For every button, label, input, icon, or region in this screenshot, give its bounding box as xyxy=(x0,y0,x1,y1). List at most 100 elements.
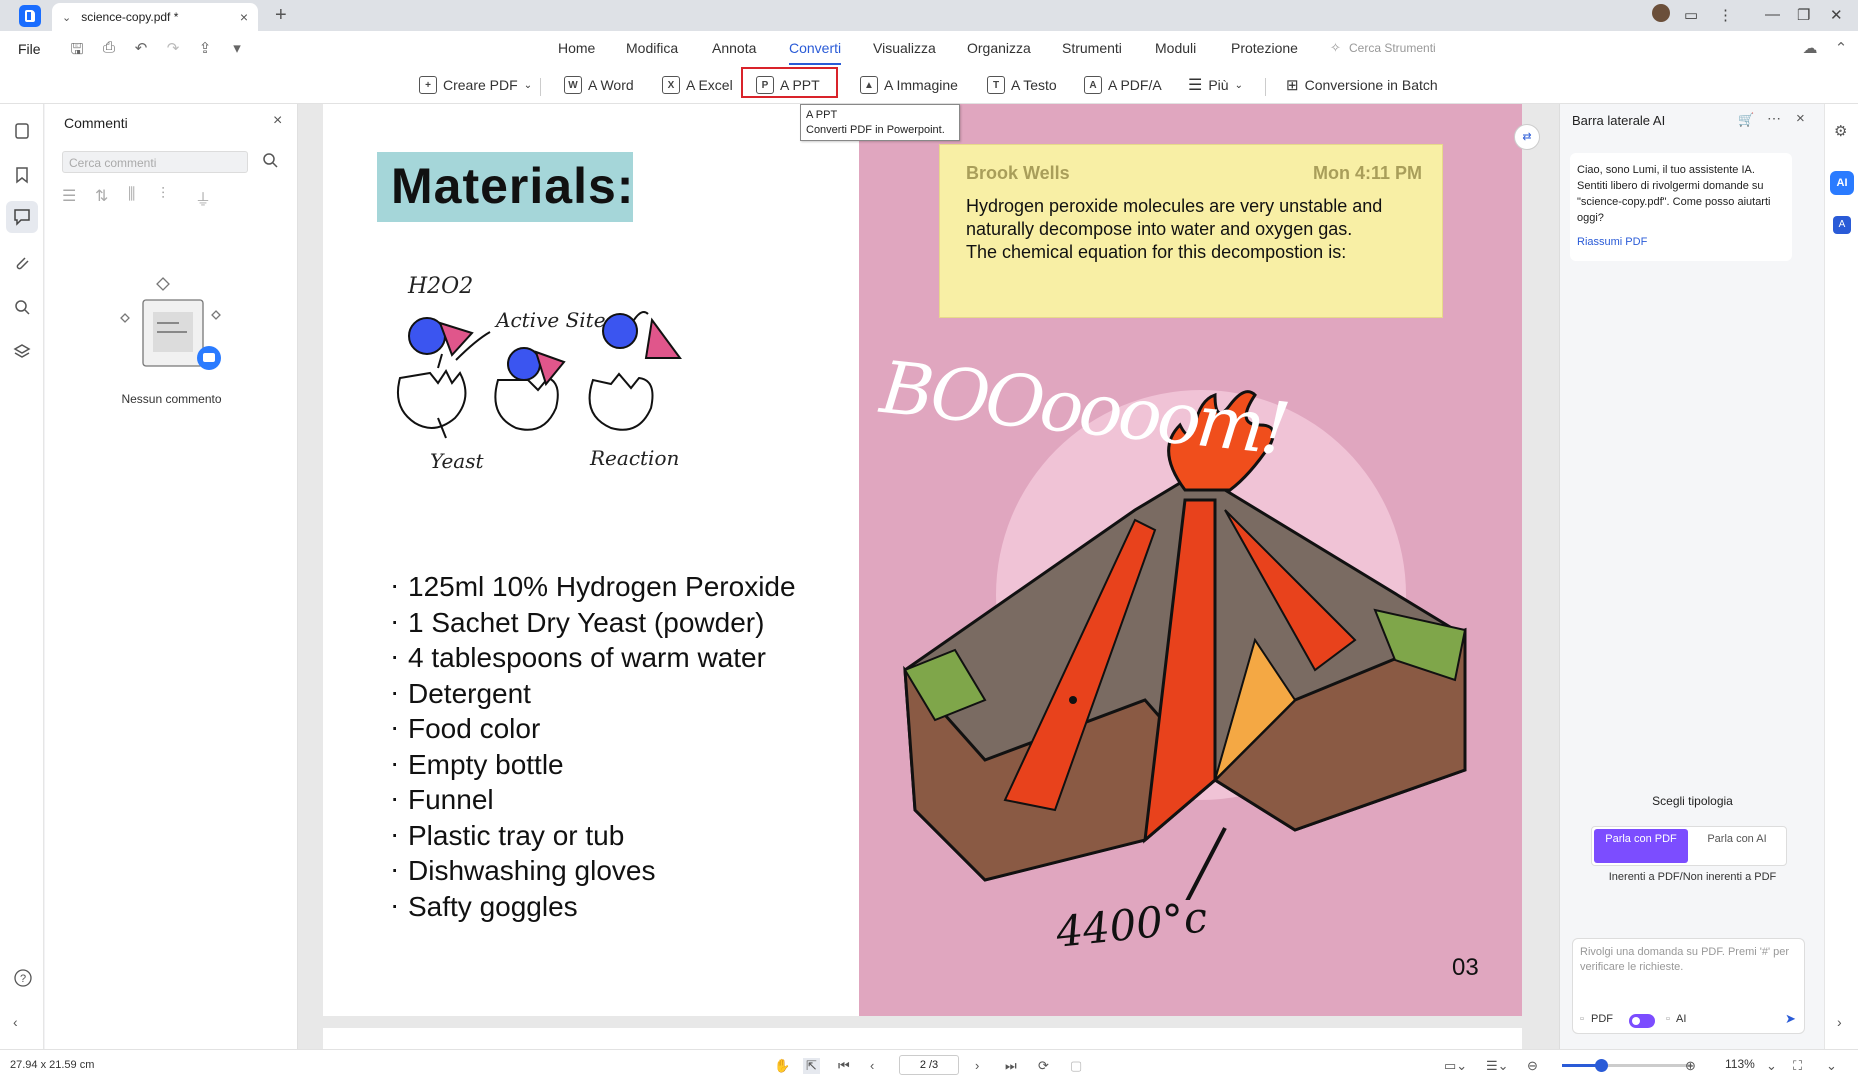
menu-organizza[interactable]: Organizza xyxy=(967,40,1031,56)
comments-search-input[interactable]: Cerca commenti xyxy=(62,151,248,173)
next-page-icon[interactable]: › xyxy=(975,1058,979,1073)
more-vertical-icon[interactable]: ⋮ xyxy=(1718,6,1733,24)
scope-hint: Inerenti a PDF/Non inerenti a PDF xyxy=(1608,871,1777,883)
zoom-dropdown-icon[interactable]: ⌄ xyxy=(1766,1058,1777,1074)
send-icon[interactable]: ➤ xyxy=(1785,1011,1796,1027)
attachment-icon[interactable] xyxy=(13,254,31,272)
zoom-level[interactable]: 113% xyxy=(1725,1057,1755,1071)
ai-question-input[interactable]: Rivolgi una domanda su PDF. Premi '#' pe… xyxy=(1572,938,1805,1034)
fullscreen-icon[interactable]: ⛶ xyxy=(1793,1058,1802,1074)
close-icon[interactable]: × xyxy=(1796,110,1805,127)
menu-modifica[interactable]: Modifica xyxy=(626,40,678,56)
search-tools[interactable]: Cerca Strumenti xyxy=(1349,41,1436,55)
close-window-icon[interactable]: ✕ xyxy=(1830,6,1843,24)
search-icon[interactable] xyxy=(13,298,31,316)
layers-icon[interactable] xyxy=(13,342,31,360)
view-mode-icon[interactable]: ☰⌄ xyxy=(1486,1058,1509,1074)
help-icon[interactable]: ? xyxy=(13,968,32,987)
pdf-ai-toggle[interactable] xyxy=(1629,1014,1655,1028)
restore-icon[interactable]: ❐ xyxy=(1797,6,1810,24)
last-page-icon[interactable]: ⏭ xyxy=(1005,1058,1017,1074)
convert-toolbar: + Creare PDF ⌄ W A Word X A Excel P A PP… xyxy=(0,66,1858,104)
cart-icon[interactable]: 🛒 xyxy=(1738,112,1754,128)
translate-ai-icon[interactable]: A xyxy=(1833,216,1851,234)
close-tab-icon[interactable]: × xyxy=(240,9,248,25)
page-thumbnails-icon[interactable] xyxy=(13,122,31,140)
ai-assistant-icon[interactable]: AI xyxy=(1830,171,1854,195)
create-pdf-button[interactable]: + Creare PDF ⌄ xyxy=(419,74,532,96)
more-label: Più xyxy=(1208,77,1229,93)
sort-order-icon[interactable]: ⇅ xyxy=(95,186,111,205)
zoom-out-icon[interactable]: ⊖ xyxy=(1527,1058,1538,1074)
word-icon: W xyxy=(564,76,582,94)
summarize-pdf-link[interactable]: Riassumi PDF xyxy=(1577,234,1785,250)
more-horizontal-icon[interactable]: ⋯ xyxy=(1767,110,1781,127)
menu-protezione[interactable]: Protezione xyxy=(1231,40,1298,56)
first-page-icon[interactable]: ⏮ xyxy=(838,1058,850,1074)
translate-icon[interactable]: ⇄ xyxy=(1514,124,1540,150)
sort-icon[interactable]: ☰ xyxy=(62,186,78,205)
list-item: 4 tablespoons of warm water xyxy=(390,638,796,676)
rotate-icon[interactable]: ⟳ xyxy=(1038,1058,1049,1074)
filter-columns-icon[interactable]: ⫼ xyxy=(128,186,144,203)
fit-page-icon[interactable]: ▢ xyxy=(1070,1058,1082,1074)
pdf-doc-icon: ▫ xyxy=(1580,1013,1584,1025)
settings-sliders-icon[interactable]: ⚙ xyxy=(1834,122,1847,140)
menu-strumenti[interactable]: Strumenti xyxy=(1062,40,1122,56)
hand-tool-icon[interactable]: ✋ xyxy=(774,1058,790,1074)
chevron-down-icon: ⌄ xyxy=(1234,79,1243,91)
pdfa-icon: A xyxy=(1084,76,1102,94)
minimize-icon[interactable]: — xyxy=(1765,6,1780,23)
to-image-button[interactable]: ▲ A Immagine xyxy=(860,74,958,96)
to-word-button[interactable]: W A Word xyxy=(564,74,634,96)
filter-icon[interactable]: ⏚ xyxy=(195,186,211,209)
chat-with-ai-option[interactable]: Parla con AI xyxy=(1690,829,1784,863)
new-tab-icon[interactable]: + xyxy=(275,4,287,27)
zoom-slider[interactable] xyxy=(1562,1059,1692,1072)
collapse-ribbon-icon[interactable]: ⌃ xyxy=(1832,39,1850,57)
chevron-down-icon[interactable]: ⌄ xyxy=(62,11,71,24)
cloud-upload-icon[interactable]: ☁ xyxy=(1801,39,1819,57)
message-icon[interactable]: ▭ xyxy=(1684,6,1698,24)
search-icon[interactable] xyxy=(262,152,278,168)
tab-title: science-copy.pdf * xyxy=(81,10,179,24)
menu-visualizza[interactable]: Visualizza xyxy=(873,40,936,56)
list-item: 1 Sachet Dry Yeast (powder) xyxy=(390,603,796,641)
menu-converti[interactable]: Converti xyxy=(789,40,842,65)
collapse-panel-icon[interactable]: ‹ xyxy=(13,1014,31,1032)
zoom-slider-knob[interactable] xyxy=(1595,1059,1608,1072)
more-options-icon[interactable]: ⌄ xyxy=(1826,1058,1837,1074)
page-layout-icon[interactable]: ▭⌄ xyxy=(1444,1058,1467,1074)
expand-panel-icon[interactable]: › xyxy=(1837,1014,1842,1030)
to-excel-button[interactable]: X A Excel xyxy=(662,74,733,96)
avatar[interactable] xyxy=(1652,4,1670,22)
batch-conversion-button[interactable]: ⊞ Conversione in Batch xyxy=(1286,74,1438,96)
menu-annota[interactable]: Annota xyxy=(712,40,756,56)
select-tool-icon[interactable]: ⇱ xyxy=(803,1058,820,1074)
group-icon[interactable]: ⫶ xyxy=(161,186,177,203)
page-number: 03 xyxy=(1452,954,1479,981)
share-icon[interactable]: ⇪ xyxy=(196,39,214,57)
chat-mode-selector: Parla con PDF Parla con AI xyxy=(1591,826,1787,866)
zoom-in-icon[interactable]: ⊕ xyxy=(1685,1058,1696,1074)
page-number-input[interactable]: 2 /3 xyxy=(899,1055,959,1075)
redo-icon[interactable]: ↷ xyxy=(164,39,182,57)
save-icon[interactable]: 🖫 xyxy=(68,39,86,58)
previous-page-icon[interactable]: ‹ xyxy=(870,1058,874,1073)
bookmark-icon[interactable] xyxy=(13,166,31,184)
sticky-note-comment[interactable]: Brook Wells Mon 4:11 PM Hydrogen peroxid… xyxy=(939,144,1443,318)
file-menu[interactable]: File xyxy=(18,41,41,57)
menu-home[interactable]: Home xyxy=(558,40,595,56)
more-button[interactable]: ☰ Più ⌄ xyxy=(1188,74,1243,96)
app-logo-icon[interactable] xyxy=(19,5,41,27)
undo-icon[interactable]: ↶ xyxy=(132,39,150,57)
comments-icon[interactable] xyxy=(6,201,38,233)
to-pdfa-button[interactable]: A A PDF/A xyxy=(1084,74,1162,96)
close-icon[interactable]: × xyxy=(273,112,282,130)
menu-moduli[interactable]: Moduli xyxy=(1155,40,1196,56)
to-text-button[interactable]: T A Testo xyxy=(987,74,1057,96)
document-tab[interactable]: ⌄ science-copy.pdf * × xyxy=(52,3,258,31)
chat-with-pdf-option[interactable]: Parla con PDF xyxy=(1594,829,1688,863)
print-icon[interactable]: ⎙ xyxy=(100,39,118,57)
customize-dropdown-icon[interactable]: ▾ xyxy=(228,39,246,57)
